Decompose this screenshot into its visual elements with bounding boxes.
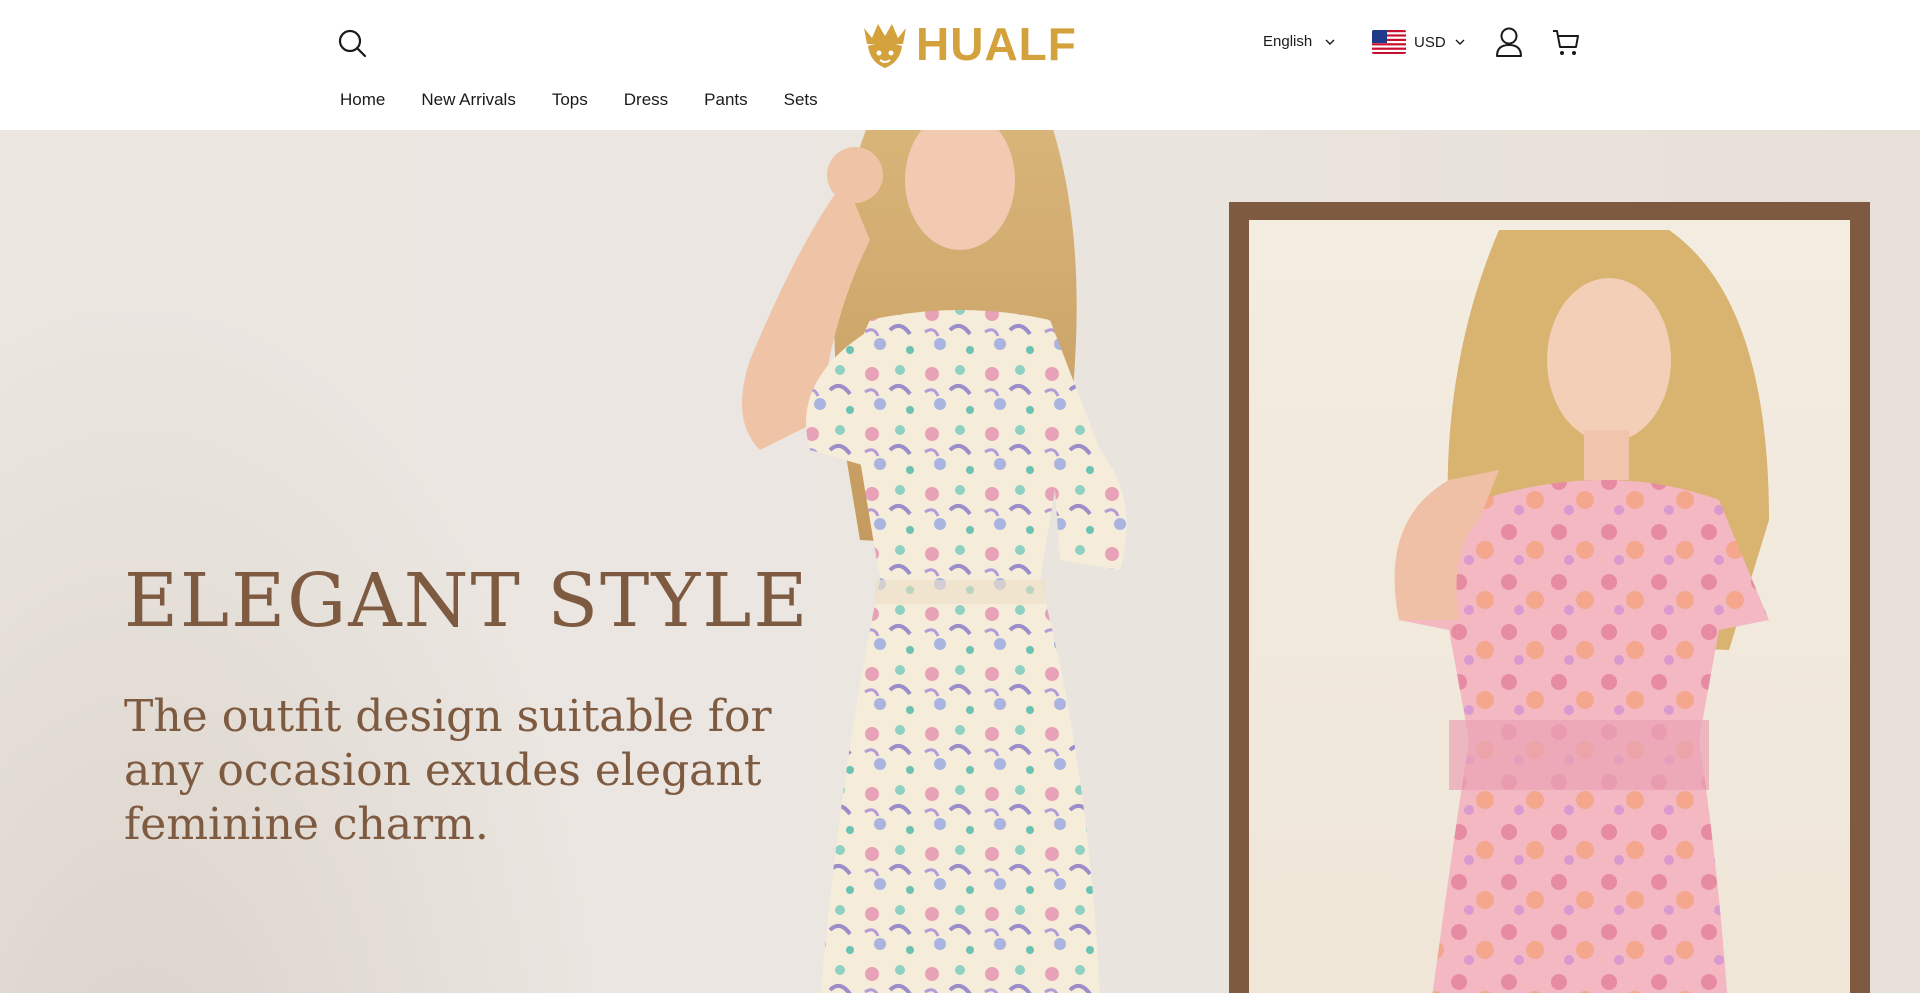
nav-item-tops[interactable]: Tops (552, 90, 588, 110)
account-button[interactable] (1494, 26, 1524, 58)
nav-item-sets[interactable]: Sets (784, 90, 818, 110)
cart-button[interactable] (1551, 28, 1581, 58)
hero-title: ELEGANT STYLE (124, 558, 810, 644)
currency-selector[interactable]: USD (1372, 30, 1466, 54)
model-pink-dress-image (1249, 220, 1850, 993)
nav-item-dress[interactable]: Dress (624, 90, 668, 110)
us-flag-icon (1372, 30, 1406, 54)
search-icon (338, 29, 367, 58)
hero-subtitle: The outfit design suitable for any occas… (124, 691, 772, 850)
currency-label: USD (1414, 33, 1446, 51)
brand-name: HUALF (916, 18, 1077, 70)
site-header: HUALF English USD Home New Arrivals Tops… (0, 0, 1920, 130)
featured-image-frame (1229, 202, 1870, 993)
language-selector[interactable]: English (1263, 33, 1336, 50)
chevron-down-icon (1325, 39, 1335, 45)
crown-lion-icon (864, 24, 906, 68)
model-pink-dress-illustration (1394, 230, 1769, 993)
brand-logo[interactable]: HUALF (858, 16, 1077, 72)
main-nav: Home New Arrivals Tops Dress Pants Sets (340, 90, 818, 110)
user-icon (1496, 27, 1522, 57)
chevron-down-icon (1455, 39, 1465, 45)
nav-item-new-arrivals[interactable]: New Arrivals (421, 90, 515, 110)
hero-banner[interactable]: ELEGANT STYLE The outfit design suitable… (0, 130, 1920, 993)
nav-item-home[interactable]: Home (340, 90, 385, 110)
language-label: English (1263, 33, 1313, 50)
nav-item-pants[interactable]: Pants (704, 90, 747, 110)
search-button[interactable] (336, 27, 370, 61)
cart-icon (1553, 30, 1579, 55)
